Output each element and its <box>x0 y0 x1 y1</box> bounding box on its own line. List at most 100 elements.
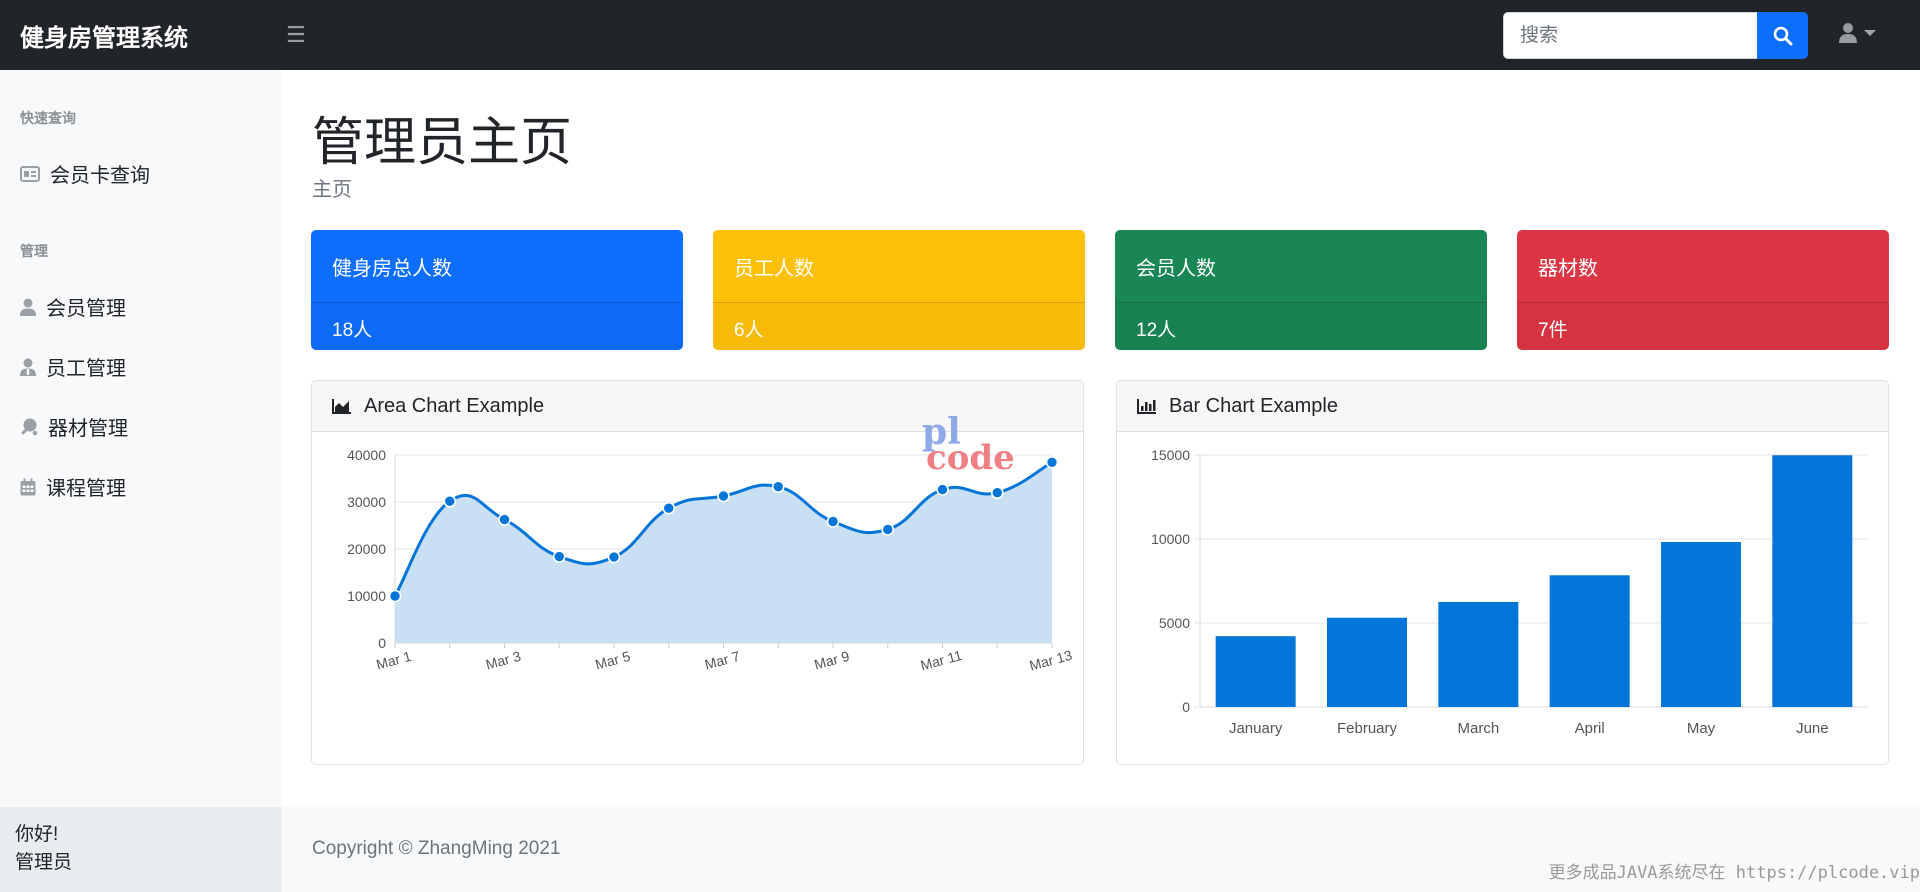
bar-x-tick-label: May <box>1687 720 1716 737</box>
user-icon <box>1839 23 1857 43</box>
area-chart: 0 10000 20000 30000 40000 Mar 1 Mar 3 Mar 5 Mar … <box>347 447 1074 674</box>
area-y-tick-label: 10000 <box>347 588 386 604</box>
sidebar-item-label: 员工管理 <box>46 358 126 380</box>
search-input[interactable] <box>1503 12 1757 59</box>
stat-card-value: 12人 <box>1115 302 1487 350</box>
watermark-logo-bottom: code <box>926 438 1015 478</box>
sidebar-toggle-icon[interactable]: ☰ <box>286 22 306 48</box>
sidebar-item-label: 会员管理 <box>46 298 126 320</box>
bar-chart-card: Bar Chart Example 0 5000 10000 15000 January… <box>1116 380 1889 765</box>
area-x-tick-label: Mar 1 <box>374 648 413 673</box>
chart-bar-icon <box>1137 399 1156 414</box>
area-y-tick-label: 40000 <box>347 447 386 463</box>
area-point <box>881 523 895 536</box>
bar <box>1215 636 1296 707</box>
bar-chart-title: Bar Chart Example <box>1169 394 1338 417</box>
bar <box>1661 542 1741 707</box>
watermark-text: 更多成品JAVA系统尽在 https://plcode.vip <box>1548 863 1920 883</box>
area-chart-card: Area Chart Example 0 10000 20000 30000 40000… <box>311 380 1084 765</box>
stat-card-gym-total: 健身房总人数 18人 <box>311 230 683 350</box>
area-point <box>607 550 621 564</box>
area-y-tick-label: 20000 <box>347 541 386 557</box>
user-dropdown[interactable] <box>1838 22 1876 44</box>
area-point <box>498 513 511 526</box>
sidebar-item-staff-management[interactable]: 员工管理 <box>20 352 126 381</box>
area-chart-title: Area Chart Example <box>364 394 545 417</box>
sidebar-item-member-management[interactable]: 会员管理 <box>20 292 126 321</box>
area-x-tick-label: Mar 5 <box>593 648 632 673</box>
area-point <box>662 501 676 515</box>
area-point <box>990 486 1004 499</box>
area-point <box>717 489 730 503</box>
bar <box>1327 617 1407 707</box>
chevron-down-icon <box>1864 30 1876 36</box>
sidebar-item-equipment-management[interactable]: 器材管理 <box>20 412 128 441</box>
sidebar-heading-quick: 快速查询 <box>20 110 76 126</box>
area-point <box>443 494 457 508</box>
bar-x-tick-label: March <box>1457 720 1499 737</box>
bar <box>1772 455 1853 707</box>
stat-card-label: 员工人数 <box>734 258 814 280</box>
table-tennis-icon <box>21 418 38 435</box>
calendar-icon <box>20 478 36 495</box>
area-point <box>936 483 949 496</box>
stat-card-value: 7件 <box>1517 302 1889 350</box>
copyright-text: Copyright © ZhangMing 2021 <box>312 838 561 859</box>
area-x-tick-label: Mar 13 <box>1028 647 1074 674</box>
page-footer: Copyright © ZhangMing 2021 更多成品JAVA系统尽在 … <box>281 807 1920 892</box>
user-icon <box>20 298 36 316</box>
stat-card-member-count: 会员人数 12人 <box>1115 230 1487 350</box>
page-title: 管理员主页 <box>312 114 573 172</box>
chart-area-icon <box>332 399 351 414</box>
area-point <box>771 480 785 493</box>
stat-card-label: 健身房总人数 <box>332 258 452 280</box>
bar-chart: 0 5000 10000 15000 January February March April… <box>1151 447 1868 737</box>
search-icon <box>1773 26 1792 45</box>
sidebar-item-course-management[interactable]: 课程管理 <box>20 472 126 501</box>
stat-card-staff-count: 员工人数 6人 <box>713 230 1085 350</box>
greeting-text: 你好! <box>15 824 59 845</box>
sidebar-item-label: 会员卡查询 <box>50 165 150 187</box>
area-x-tick-label: Mar 7 <box>703 648 742 673</box>
user-tie-icon <box>20 358 36 376</box>
stat-card-value: 18人 <box>311 302 683 350</box>
bar-x-tick-label: June <box>1796 720 1829 737</box>
bar-y-tick-label: 10000 <box>1151 531 1190 547</box>
bar <box>1438 601 1519 707</box>
bar-x-tick-label: April <box>1575 720 1605 737</box>
area-x-tick-label: Mar 9 <box>812 648 851 673</box>
area-fill <box>395 462 1052 643</box>
stat-card-label: 器材数 <box>1538 258 1598 280</box>
stat-card-equipment-count: 器材数 7件 <box>1517 230 1889 350</box>
breadcrumb: 主页 <box>312 179 352 201</box>
id-card-icon <box>20 165 40 182</box>
bar-x-tick-label: January <box>1229 720 1283 737</box>
area-x-tick-label: Mar 11 <box>919 647 964 674</box>
area-x-tick-label: Mar 3 <box>484 648 523 673</box>
area-point <box>826 515 840 528</box>
bar-y-tick-label: 0 <box>1182 699 1190 715</box>
bar-x-tick-label: February <box>1337 720 1398 737</box>
app-title[interactable]: 健身房管理系统 <box>0 18 280 53</box>
area-point <box>552 550 566 563</box>
sidebar-heading-manage: 管理 <box>20 243 48 259</box>
sidebar-item-label: 课程管理 <box>46 478 126 500</box>
bar-y-tick-label: 15000 <box>1151 447 1190 463</box>
bar <box>1549 575 1630 707</box>
search-button[interactable] <box>1757 12 1808 59</box>
sidebar-footer: 你好! 管理员 <box>0 807 281 892</box>
area-point <box>388 589 402 603</box>
sidebar: 快速查询 会员卡查询 管理 会员管理 员工管理 器材管理 课程管理 你好! 管理… <box>0 70 281 892</box>
sidebar-item-membership-card-query[interactable]: 会员卡查询 <box>20 159 150 188</box>
main-content: 管理员主页 主页 健身房总人数 18人 员工人数 6人 会员人数 12人 器材数… <box>281 70 1920 892</box>
search-form <box>1503 12 1808 59</box>
area-point <box>1045 455 1059 469</box>
bar-chart-header: Bar Chart Example <box>1117 381 1888 432</box>
watermark-logo: pl code <box>922 414 1015 478</box>
user-role-text: 管理员 <box>15 852 73 873</box>
bar-y-tick-label: 5000 <box>1159 615 1190 631</box>
sidebar-item-label: 器材管理 <box>48 418 128 440</box>
area-y-tick-label: 0 <box>378 635 386 651</box>
stat-card-value: 6人 <box>713 302 1085 350</box>
top-navbar: 健身房管理系统 ☰ <box>0 0 1920 70</box>
